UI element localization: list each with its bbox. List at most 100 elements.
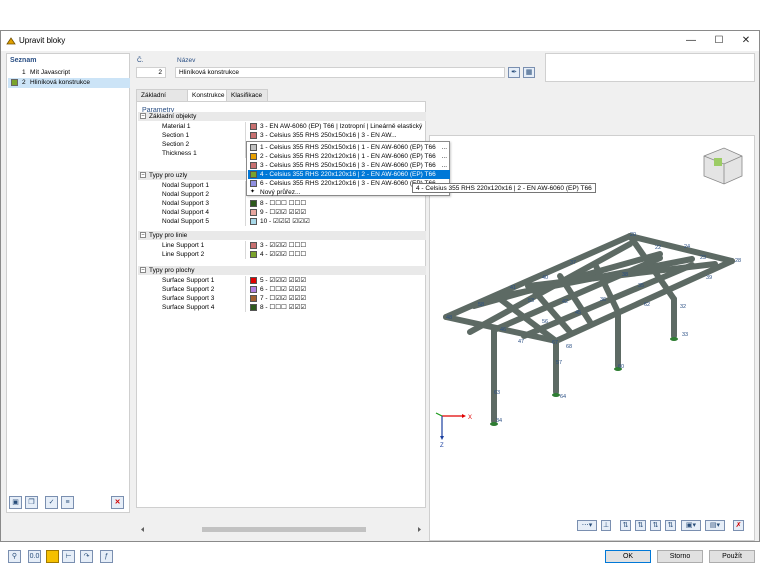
3d-model-viewport[interactable]: 20 22 24 23 28 40 37 38 39 36 41 33 35 48 58 53 42 45 56 46… xyxy=(429,135,755,541)
tree-icon[interactable]: ⊢ xyxy=(62,550,75,563)
list-item[interactable]: 1 Mít Javascript xyxy=(8,68,130,78)
node-label: 56 xyxy=(542,319,548,325)
dropdown-option[interactable]: 1 - Celsius 355 RHS 250x150x16 | 1 - EN … xyxy=(248,143,450,152)
maximize-icon[interactable]: ☐ xyxy=(705,31,733,51)
parameter-row[interactable]: Nodal Support 5 10 - ☑☑☑ ☑☑☑ xyxy=(138,217,426,226)
model-view: 20 22 24 23 28 40 37 38 39 36 41 33 35 48 58 53 42 45 56 46… xyxy=(435,147,743,449)
check-selected-icon[interactable]: ≡ xyxy=(61,496,74,509)
node-label: 33 xyxy=(682,332,688,338)
edit-blocks-dialog: Upravit bloky — ☐ ✕ Seznam 1 Mít Javascr… xyxy=(0,30,760,563)
dropdown-option[interactable]: 2 - Celsius 355 RHS 220x120x16 | 1 - EN … xyxy=(248,152,450,161)
parameter-name: Surface Support 3 xyxy=(162,295,215,302)
render-mode-icon[interactable]: ▣▾ xyxy=(681,520,701,531)
group-header[interactable]: – Základní objekty xyxy=(138,112,426,121)
view-iso-icon[interactable]: ⊥ xyxy=(601,520,611,531)
parameter-name: Material 1 xyxy=(162,123,191,130)
parameter-row[interactable]: Nodal Support 3 8 - ☐☐☐ ☐☐☐ xyxy=(138,199,426,208)
comment-field[interactable] xyxy=(545,53,755,82)
color-icon[interactable] xyxy=(46,550,59,563)
parameter-row[interactable]: Section 1 3 - Celsius 355 RHS 250x150x16… xyxy=(138,131,426,140)
dropdown-option[interactable]: 3 - Celsius 355 RHS 250x150x16 | 3 - EN … xyxy=(248,161,450,170)
node-label: 67 xyxy=(552,340,558,346)
dropdown-option[interactable]: 4 - Celsius 355 RHS 220x120x16 | 2 - EN … xyxy=(248,170,450,179)
tab-construction[interactable]: Konstrukce xyxy=(187,89,227,101)
display-options-icon[interactable]: ⋯▾ xyxy=(577,520,597,531)
parameter-row[interactable]: Material 1 3 - EN AW-6060 (EP) T66 | Izo… xyxy=(138,122,426,131)
option-edit-dots[interactable]: ... xyxy=(442,161,447,170)
parameter-row[interactable]: Line Support 1 3 - ☑☑☑ ☐☐☐ xyxy=(138,241,426,250)
color-swatch xyxy=(250,277,257,284)
parameter-row[interactable]: Surface Support 3 7 - ☐☑☑ ☑☑☑ xyxy=(138,294,426,303)
node-label: 46 xyxy=(500,327,506,333)
color-swatch xyxy=(250,251,257,258)
node-label: 36 xyxy=(600,297,606,303)
node-label: 53 xyxy=(528,298,534,304)
view-top-icon[interactable]: ⇅ xyxy=(665,520,676,531)
reset-view-icon[interactable]: ✗ xyxy=(733,520,744,531)
edit-name-icon[interactable]: ✒ xyxy=(508,67,520,78)
option-edit-dots[interactable]: ... xyxy=(442,152,447,161)
collapse-icon[interactable]: – xyxy=(140,232,146,238)
parameter-name: Line Support 1 xyxy=(162,242,205,249)
view-x-icon[interactable]: ⇅ xyxy=(620,520,631,531)
app-icon xyxy=(6,37,16,45)
collapse-icon[interactable]: – xyxy=(140,267,146,273)
collapse-icon[interactable]: – xyxy=(140,172,146,178)
parameter-value: 6 - ☐☐☑ ☑☑☑ xyxy=(260,286,307,293)
parameter-value: 10 - ☑☑☑ ☑☑☑ xyxy=(260,218,310,225)
node-label: 20 xyxy=(630,232,636,238)
new-block-icon[interactable]: ▣ xyxy=(9,496,22,509)
parameter-value: 3 - Celsius 355 RHS 250x150x16 | 3 - EN … xyxy=(260,132,397,139)
search-icon[interactable]: ⚲ xyxy=(8,550,21,563)
horizontal-scrollbar[interactable] xyxy=(138,525,424,534)
group-label: Typy pro uzly xyxy=(149,172,188,179)
view-cube-icon[interactable] xyxy=(703,147,743,185)
color-swatch xyxy=(250,180,257,187)
parameter-row[interactable]: Surface Support 2 6 - ☐☐☑ ☑☑☑ xyxy=(138,285,426,294)
apply-button[interactable]: Použít xyxy=(709,550,755,563)
parameter-row[interactable]: Line Support 2 4 - ☑☑☑ ☐☐☐ xyxy=(138,250,426,259)
delete-icon[interactable]: ✕ xyxy=(111,496,124,509)
parameter-value: 7 - ☐☑☑ ☑☑☑ xyxy=(260,295,307,302)
node-label: 64 xyxy=(560,394,566,400)
node-label: 58 xyxy=(478,302,484,308)
color-swatch xyxy=(250,295,257,302)
parameter-row[interactable]: Nodal Support 4 9 - ☐☑☑ ☑☑☑ xyxy=(138,208,426,217)
tab-basic-data[interactable]: Základní údaje xyxy=(136,89,188,111)
parameter-row[interactable]: Surface Support 4 8 - ☐☐☐ ☑☑☑ xyxy=(138,303,426,312)
group-label: Typy pro linie xyxy=(149,232,188,239)
color-swatch xyxy=(250,209,257,216)
close-icon[interactable]: ✕ xyxy=(732,31,760,51)
node-label: 37 xyxy=(570,260,576,266)
script-icon[interactable]: ƒ xyxy=(100,550,113,563)
list-item[interactable]: 2 Hliníková konstrukce xyxy=(8,78,130,88)
parameter-value: 8 - ☐☐☐ ☑☑☑ xyxy=(260,304,307,311)
units-icon[interactable]: 0.0 xyxy=(28,550,41,563)
collapse-icon[interactable]: – xyxy=(140,113,146,119)
color-swatch xyxy=(250,218,257,225)
view-z-icon[interactable]: ⇅ xyxy=(650,520,661,531)
settings-icon[interactable]: ↷ xyxy=(80,550,93,563)
number-field[interactable]: 2 xyxy=(136,67,166,78)
list-item-number: 2 xyxy=(22,79,26,86)
group-header[interactable]: – Typy pro plochy xyxy=(138,266,426,275)
node-label: 47 xyxy=(518,339,524,345)
library-icon[interactable]: ▦ xyxy=(523,67,535,78)
copy-block-icon[interactable]: ❐ xyxy=(25,496,38,509)
option-edit-dots[interactable]: ... xyxy=(442,143,447,152)
minimize-icon[interactable]: — xyxy=(677,31,705,51)
visibility-icon[interactable]: ▤▾ xyxy=(705,520,725,531)
cancel-button[interactable]: Storno xyxy=(657,550,703,563)
check-all-icon[interactable]: ✓ xyxy=(45,496,58,509)
node-label: 35 xyxy=(638,283,644,289)
group-header[interactable]: – Typy pro linie xyxy=(138,231,426,240)
ok-button[interactable]: OK xyxy=(605,550,651,563)
option-label: 4 - Celsius 355 RHS 220x120x16 | 2 - EN … xyxy=(260,171,436,178)
parameter-value: 3 - ☑☑☑ ☐☐☐ xyxy=(260,242,307,249)
color-swatch xyxy=(250,144,257,151)
tab-classification[interactable]: Klasifikace xyxy=(226,89,268,101)
view-y-icon[interactable]: ⇅ xyxy=(635,520,646,531)
parameter-row[interactable]: Surface Support 1 5 - ☑☑☑ ☑☑☑ xyxy=(138,276,426,285)
color-swatch xyxy=(250,200,257,207)
name-field[interactable]: Hliníková konstrukce xyxy=(175,67,505,78)
